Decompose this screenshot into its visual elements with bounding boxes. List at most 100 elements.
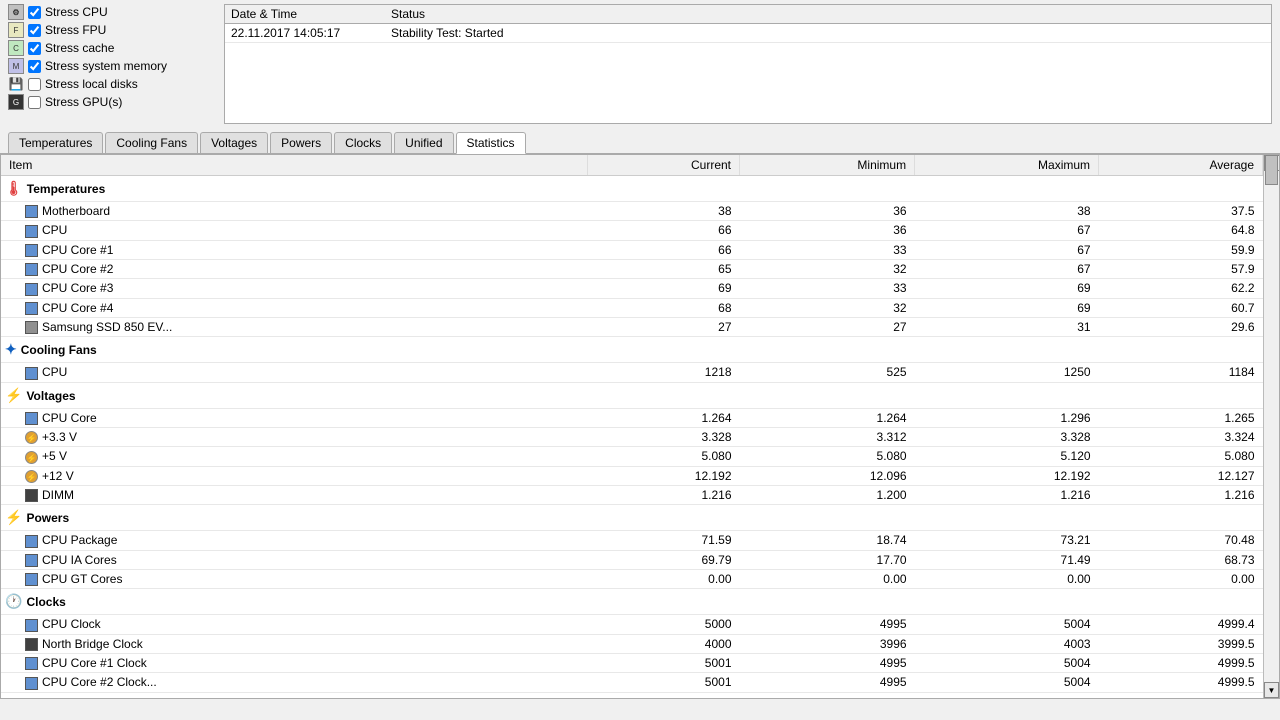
table-row: CPU 66 36 67 64.8	[1, 221, 1263, 240]
scrollbar-track[interactable]: ▲ ▼	[1263, 155, 1279, 698]
icon-cache: C	[8, 40, 24, 56]
row-minimum: 0.00	[740, 569, 915, 588]
row-minimum: 33	[740, 279, 915, 298]
table-row: Samsung SSD 850 EV... 27 27 31 29.6	[1, 317, 1263, 336]
row-average: 60.7	[1099, 298, 1263, 317]
table-row: CPU Core #4 68 32 69 60.7	[1, 298, 1263, 317]
row-average: 5.080	[1099, 447, 1263, 466]
group-label: Clocks	[26, 595, 65, 609]
row-minimum: 33	[740, 240, 915, 259]
row-icon	[25, 302, 38, 315]
top-section: ⚙Stress CPUFStress FPUCStress cacheMStre…	[0, 0, 1280, 128]
row-maximum: 5004	[915, 615, 1099, 634]
table-row: CPU Core #2 Clock... 5001 4995 5004 4999…	[1, 673, 1263, 692]
table-row: ⚡+3.3 V 3.328 3.312 3.328 3.324	[1, 427, 1263, 446]
row-name: CPU	[1, 221, 588, 240]
row-minimum: 12.096	[740, 466, 915, 485]
row-current: 69.79	[588, 550, 740, 569]
power-group-icon: ⚡	[5, 509, 22, 525]
row-average: 4999.4	[1099, 615, 1263, 634]
table-row: CPU 1218 525 1250 1184	[1, 363, 1263, 382]
row-minimum: 36	[740, 221, 915, 240]
row-average: 37.5	[1099, 202, 1263, 221]
checkbox-stress-system-memory[interactable]	[28, 60, 41, 73]
row-current: 65	[588, 259, 740, 278]
table-row: CPU Core #2 65 32 67 57.9	[1, 259, 1263, 278]
row-name: ⚡+5 V	[1, 447, 588, 466]
log-col-status: Status	[385, 5, 1271, 24]
row-name: Samsung SSD 850 EV...	[1, 317, 588, 336]
checkbox-stress-gpu[interactable]	[28, 96, 41, 109]
row-maximum: 12.192	[915, 466, 1099, 485]
row-maximum: 67	[915, 240, 1099, 259]
tab-cooling-fans[interactable]: Cooling Fans	[105, 132, 198, 153]
tab-temperatures[interactable]: Temperatures	[8, 132, 103, 153]
row-maximum: 5004	[915, 673, 1099, 692]
row-average: 3.324	[1099, 427, 1263, 446]
group-header-cell: 🌡Temperatures	[1, 176, 1263, 202]
group-header-temperatures: 🌡Temperatures	[1, 176, 1263, 202]
main-content: Item Current Minimum Maximum Average 🌡Te…	[0, 154, 1280, 699]
row-average: 3999.5	[1099, 634, 1263, 653]
col-current: Current	[588, 155, 740, 176]
row-average: 29.6	[1099, 317, 1263, 336]
group-label: Powers	[26, 511, 69, 525]
row-current: 1.216	[588, 485, 740, 504]
row-icon	[25, 263, 38, 276]
row-maximum: 5.120	[915, 447, 1099, 466]
row-average: 0.00	[1099, 569, 1263, 588]
row-name: CPU Core #3	[1, 279, 588, 298]
scrollbar-thumb[interactable]	[1265, 155, 1278, 185]
row-maximum: 0.00	[915, 569, 1099, 588]
volt-circle-icon: ⚡	[25, 431, 38, 444]
row-icon	[25, 367, 38, 380]
row-name: North Bridge Clock	[1, 634, 588, 653]
row-average: 59.9	[1099, 240, 1263, 259]
clock-group-icon: 🕐	[5, 593, 22, 609]
group-header-cell: ⚡ Powers	[1, 505, 1263, 531]
tab-clocks[interactable]: Clocks	[334, 132, 392, 153]
checkbox-stress-cache[interactable]	[28, 42, 41, 55]
row-minimum: 4995	[740, 653, 915, 672]
row-name: Motherboard	[1, 202, 588, 221]
stress-item-stress-gpu: GStress GPU(s)	[8, 94, 208, 110]
checkbox-stress-local-disks[interactable]	[28, 78, 41, 91]
label-stress-cache: Stress cache	[45, 41, 114, 55]
group-header-cooling-fans: ✦Cooling Fans	[1, 337, 1263, 363]
row-minimum: 1.200	[740, 485, 915, 504]
row-current: 27	[588, 317, 740, 336]
row-current: 5001	[588, 653, 740, 672]
stress-item-stress-cache: C Stress cache	[8, 40, 208, 56]
row-average: 1184	[1099, 363, 1263, 382]
log-panel: Date & Time Status 22.11.2017 14:05:17St…	[224, 4, 1272, 124]
row-icon	[25, 619, 38, 632]
table-row: CPU IA Cores 69.79 17.70 71.49 68.73	[1, 550, 1263, 569]
col-item: Item	[1, 155, 588, 176]
tabs-bar: TemperaturesCooling FansVoltagesPowersCl…	[0, 128, 1280, 154]
group-header-clocks: 🕐 Clocks	[1, 589, 1263, 615]
row-minimum: 5.080	[740, 447, 915, 466]
row-maximum: 69	[915, 298, 1099, 317]
log-col-date: Date & Time	[225, 5, 385, 24]
tab-statistics[interactable]: Statistics	[456, 132, 526, 154]
row-current: 71.59	[588, 531, 740, 550]
stress-item-stress-system-memory: MStress system memory	[8, 58, 208, 74]
icon-disk: 💾	[8, 76, 24, 92]
data-table-container[interactable]: Item Current Minimum Maximum Average 🌡Te…	[1, 155, 1263, 698]
row-icon	[25, 535, 38, 548]
tab-powers[interactable]: Powers	[270, 132, 332, 153]
row-average: 12.127	[1099, 466, 1263, 485]
row-maximum: 31	[915, 317, 1099, 336]
volt-circle-icon: ⚡	[25, 451, 38, 464]
row-name: CPU Package	[1, 531, 588, 550]
tab-unified[interactable]: Unified	[394, 132, 453, 153]
row-minimum: 18.74	[740, 531, 915, 550]
row-average: 1.265	[1099, 408, 1263, 427]
row-average: 4999.5	[1099, 653, 1263, 672]
checkbox-stress-fpu[interactable]	[28, 24, 41, 37]
tab-voltages[interactable]: Voltages	[200, 132, 268, 153]
row-average: 68.73	[1099, 550, 1263, 569]
scrollbar-arrow-down[interactable]: ▼	[1264, 682, 1279, 698]
group-label: Cooling Fans	[21, 343, 97, 357]
checkbox-stress-cpu[interactable]	[28, 6, 41, 19]
